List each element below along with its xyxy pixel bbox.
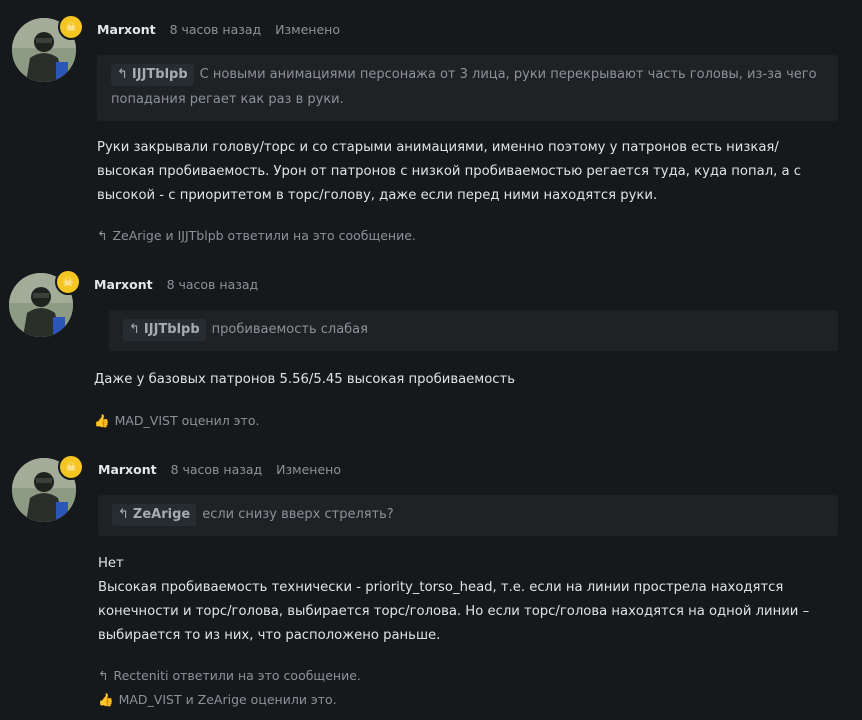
reply-arrow-icon: ↰ bbox=[98, 668, 109, 683]
quote-text: если снизу вверх стрелять? bbox=[202, 507, 394, 522]
skull-icon: ☠ bbox=[58, 14, 84, 40]
author-name[interactable]: Marxont bbox=[97, 22, 156, 37]
quote-text: С новыми анимациями персонажа от 3 лица,… bbox=[111, 67, 817, 107]
post-body: Руки закрывали голову/торс и со старыми … bbox=[97, 140, 802, 203]
reply-arrow-icon: ↰ bbox=[129, 322, 140, 337]
quote-author-link[interactable]: ↰ IJJTblpb bbox=[111, 64, 194, 86]
reply-arrow-icon: ↰ bbox=[118, 507, 129, 522]
likes-note[interactable]: 👍 MAD_VIST оценил это. bbox=[94, 413, 259, 429]
replies-text: Recteniti ответили на это сообщение. bbox=[113, 668, 361, 683]
likes-text: MAD_VIST оценил это. bbox=[114, 413, 260, 428]
author-name[interactable]: Marxont bbox=[98, 462, 157, 477]
quote-author: ZeArige bbox=[132, 507, 191, 522]
avatar[interactable]: ☠ bbox=[12, 454, 84, 522]
quote-author: IJJTblpb bbox=[131, 67, 188, 82]
quote-block: ↰ IJJTblpb С новыми анимациями персонажа о… bbox=[97, 55, 838, 121]
post-body: Даже у базовых патронов 5.56/5.45 высока… bbox=[94, 372, 516, 387]
skull-icon: ☠ bbox=[58, 454, 84, 480]
reply-arrow-icon: ↰ bbox=[117, 67, 128, 82]
quote-author-link[interactable]: ↰ ZeArige bbox=[112, 504, 197, 526]
post-body-line: Высокая пробиваемость технически - prior… bbox=[98, 580, 810, 643]
post-body-line: Нет bbox=[98, 556, 124, 571]
avatar[interactable]: ☠ bbox=[9, 269, 81, 337]
quote-author: IJJTblpb bbox=[143, 322, 200, 337]
edited-label: Изменено bbox=[276, 462, 341, 477]
replies-text: ZeArige и IJJTblpb ответили на это сообщ… bbox=[112, 228, 416, 243]
post-time[interactable]: 8 часов назад bbox=[167, 277, 259, 292]
thumbs-up-icon: 👍 bbox=[98, 692, 114, 707]
edited-label: Изменено bbox=[275, 22, 340, 37]
likes-text: MAD_VIST и ZeArige оценили это. bbox=[118, 692, 337, 707]
quote-block: ↰ ZeArige если снизу вверх стрелять? bbox=[98, 495, 838, 536]
thumbs-up-icon: 👍 bbox=[94, 413, 110, 428]
quote-block: ↰ IJJTblpb пробиваемость слабая bbox=[109, 310, 838, 351]
likes-note[interactable]: 👍 MAD_VIST и ZeArige оценили это. bbox=[98, 692, 337, 708]
quote-text: пробиваемость слабая bbox=[211, 322, 368, 337]
avatar[interactable]: ☠ bbox=[12, 14, 84, 82]
reply-arrow-icon: ↰ bbox=[97, 228, 108, 243]
replies-note[interactable]: ↰ ZeArige и IJJTblpb ответили на это сооб… bbox=[97, 228, 416, 243]
author-name[interactable]: Marxont bbox=[94, 277, 153, 292]
post-time[interactable]: 8 часов назад bbox=[171, 462, 263, 477]
skull-icon: ☠ bbox=[55, 269, 81, 295]
post-time[interactable]: 8 часов назад bbox=[170, 22, 262, 37]
quote-author-link[interactable]: ↰ IJJTblpb bbox=[123, 319, 206, 341]
post-body: Нет Высокая пробиваемость технически - p… bbox=[98, 552, 833, 648]
replies-note[interactable]: ↰ Recteniti ответили на это сообщение. bbox=[98, 668, 361, 683]
